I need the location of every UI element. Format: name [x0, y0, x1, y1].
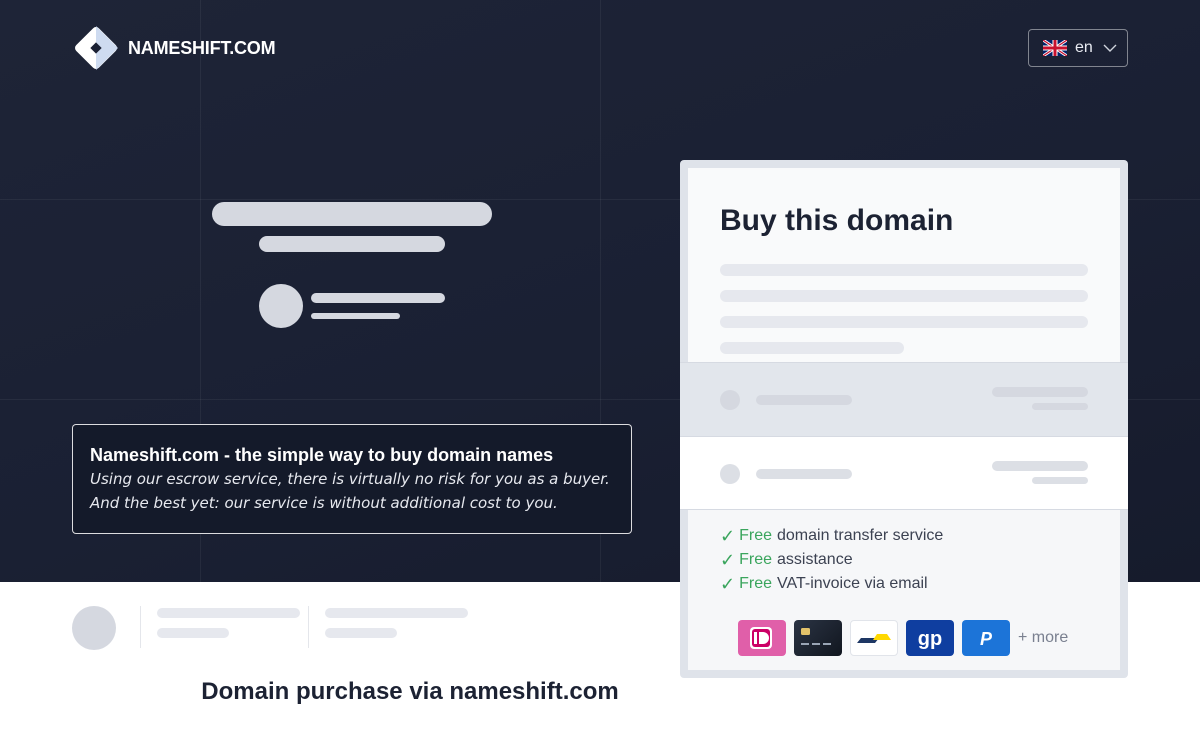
- skeleton-avatar: [72, 606, 116, 650]
- free-label: Free: [739, 575, 772, 592]
- chevron-down-icon: [1103, 39, 1117, 57]
- checkmark-icon: ✓: [720, 574, 736, 594]
- skeleton-line: [157, 608, 300, 618]
- skeleton-line: [311, 313, 400, 319]
- info-text: Using our escrow service, there is virtu…: [90, 470, 610, 512]
- language-selector[interactable]: en: [1028, 29, 1128, 67]
- skeleton-avatar: [259, 284, 303, 328]
- skeleton-line: [325, 628, 397, 638]
- payment-methods: gp P + more: [738, 620, 1068, 656]
- feature-text: VAT-invoice via email: [777, 575, 928, 592]
- footer-title: Domain purchase via nameshift.com: [201, 678, 619, 705]
- credit-card-icon: [794, 620, 842, 656]
- feature-text: assistance: [777, 551, 853, 568]
- skeleton-line: [157, 628, 229, 638]
- svg-text:P: P: [980, 629, 993, 649]
- feature-item: ✓ Free assistance: [720, 548, 943, 572]
- card-header: Buy this domain: [688, 168, 1120, 363]
- feature-text: domain transfer service: [777, 527, 944, 544]
- feature-item: ✓ Free VAT-invoice via email: [720, 572, 943, 596]
- skeleton-line: [720, 342, 904, 354]
- feature-item: ✓ Free domain transfer service: [720, 524, 943, 548]
- checkmark-icon: ✓: [720, 550, 736, 570]
- skeleton-line: [756, 395, 852, 405]
- svg-text:gp: gp: [918, 628, 942, 650]
- free-label: Free: [739, 527, 772, 544]
- price-option-selected[interactable]: [680, 362, 1128, 436]
- info-box: Nameshift.com - the simple way to buy do…: [72, 424, 632, 534]
- card-title: Buy this domain: [720, 204, 954, 237]
- radio-icon: [720, 390, 740, 410]
- uk-flag-icon: [1042, 38, 1068, 58]
- skeleton-line: [1032, 477, 1088, 484]
- divider: [308, 606, 309, 648]
- info-title: Nameshift.com - the simple way to buy do…: [90, 445, 554, 465]
- skeleton-line: [325, 608, 468, 618]
- skeleton-subtitle: [259, 236, 445, 252]
- paypal-icon: P: [962, 620, 1010, 656]
- skeleton-line: [756, 469, 852, 479]
- brand-name: NAMESHIFT.COM: [128, 37, 276, 58]
- radio-icon: [720, 464, 740, 484]
- skeleton-line: [720, 290, 1088, 302]
- feature-list: ✓ Free domain transfer service ✓ Free as…: [720, 524, 943, 596]
- bancontact-icon: [850, 620, 898, 656]
- free-label: Free: [739, 551, 772, 568]
- price-option[interactable]: [680, 436, 1128, 510]
- skeleton-line: [720, 264, 1088, 276]
- skeleton-line: [992, 387, 1088, 397]
- skeleton-line: [1032, 403, 1088, 410]
- skeleton-line: [720, 316, 1088, 328]
- skeleton-line: [311, 293, 445, 303]
- skeleton-line: [992, 461, 1088, 471]
- skeleton-title: [212, 202, 492, 226]
- ideal-icon: [738, 620, 786, 656]
- buy-domain-card: Buy this domain ✓ Free domain transfer s…: [680, 160, 1128, 678]
- brand-logo[interactable]: NAMESHIFT.COM: [72, 24, 276, 72]
- giropay-icon: gp: [906, 620, 954, 656]
- logo-icon: [72, 24, 120, 72]
- language-label: en: [1075, 39, 1093, 56]
- more-payment-methods[interactable]: + more: [1018, 629, 1068, 647]
- checkmark-icon: ✓: [720, 526, 736, 546]
- card-body: Buy this domain ✓ Free domain transfer s…: [680, 168, 1128, 670]
- divider: [140, 606, 141, 648]
